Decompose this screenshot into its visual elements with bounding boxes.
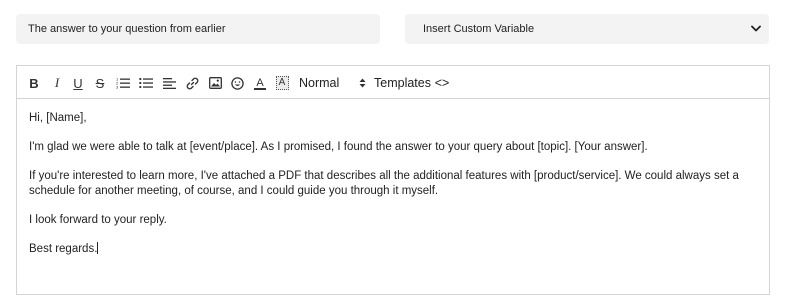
code-icon: <>	[434, 76, 450, 90]
sort-arrows-icon	[359, 78, 365, 88]
italic-icon: I	[54, 75, 60, 90]
subject-value: The answer to your question from earlier	[28, 23, 226, 35]
editor-content[interactable]: Hi, [Name], I'm glad we were able to tal…	[17, 99, 769, 257]
text-color-bar	[254, 88, 266, 90]
signoff-text: Best regards.	[29, 243, 98, 255]
strikethrough-icon: S	[95, 75, 105, 91]
text-cursor	[97, 242, 99, 254]
format-select-value: Normal	[299, 76, 340, 90]
link-icon	[186, 77, 198, 89]
emoji-button[interactable]	[229, 75, 245, 91]
body-paragraph-2: If you're interested to learn more, I've…	[29, 170, 739, 197]
underline-icon: U	[73, 75, 83, 91]
underline-button[interactable]: U	[71, 75, 85, 91]
svg-text:3: 3	[116, 85, 119, 90]
align-button[interactable]	[161, 75, 177, 91]
templates-label: Templates	[374, 76, 431, 90]
custom-variable-select-value: Insert Custom Variable	[423, 23, 535, 35]
image-icon	[208, 77, 222, 89]
format-select[interactable]: Normal	[299, 75, 345, 91]
text-color-icon: A	[254, 75, 266, 91]
align-left-icon	[162, 78, 176, 89]
body-paragraph-3: I look forward to your reply.	[29, 214, 167, 226]
image-button[interactable]	[207, 75, 223, 91]
highlight-icon: A	[275, 76, 289, 90]
highlight-button[interactable]: A	[275, 75, 289, 91]
ordered-list-button[interactable]: 1 2 3	[115, 75, 131, 91]
signoff-line: Best regards.	[29, 242, 757, 257]
code-view-button[interactable]: <>	[433, 75, 451, 91]
highlight-glyph: A	[278, 77, 286, 88]
subject-field[interactable]: The answer to your question from earlier	[16, 14, 380, 44]
bold-button[interactable]: B	[27, 75, 41, 91]
bullet-list-icon	[139, 77, 153, 89]
bullet-list-button[interactable]	[138, 75, 154, 91]
greeting-line: Hi, [Name],	[29, 112, 87, 124]
ordered-list-icon: 1 2 3	[116, 77, 130, 89]
text-color-button[interactable]: A	[253, 75, 267, 91]
bold-icon: B	[29, 75, 39, 91]
link-button[interactable]	[184, 75, 200, 91]
italic-button[interactable]: I	[50, 75, 64, 91]
format-select-arrows[interactable]	[357, 75, 367, 91]
custom-variable-select[interactable]: Insert Custom Variable	[405, 14, 769, 44]
templates-button[interactable]: Templates	[374, 75, 431, 91]
body-paragraph-1: I'm glad we were able to talk at [event/…	[29, 141, 648, 153]
rich-text-editor: B I U S 1 2 3 A A Normal Templates <> Hi…	[16, 65, 770, 295]
chevron-down-icon	[751, 25, 761, 32]
strikethrough-button[interactable]: S	[93, 75, 107, 91]
editor-toolbar: B I U S 1 2 3 A A Normal Templates <>	[17, 66, 769, 99]
emoji-icon	[230, 76, 244, 90]
